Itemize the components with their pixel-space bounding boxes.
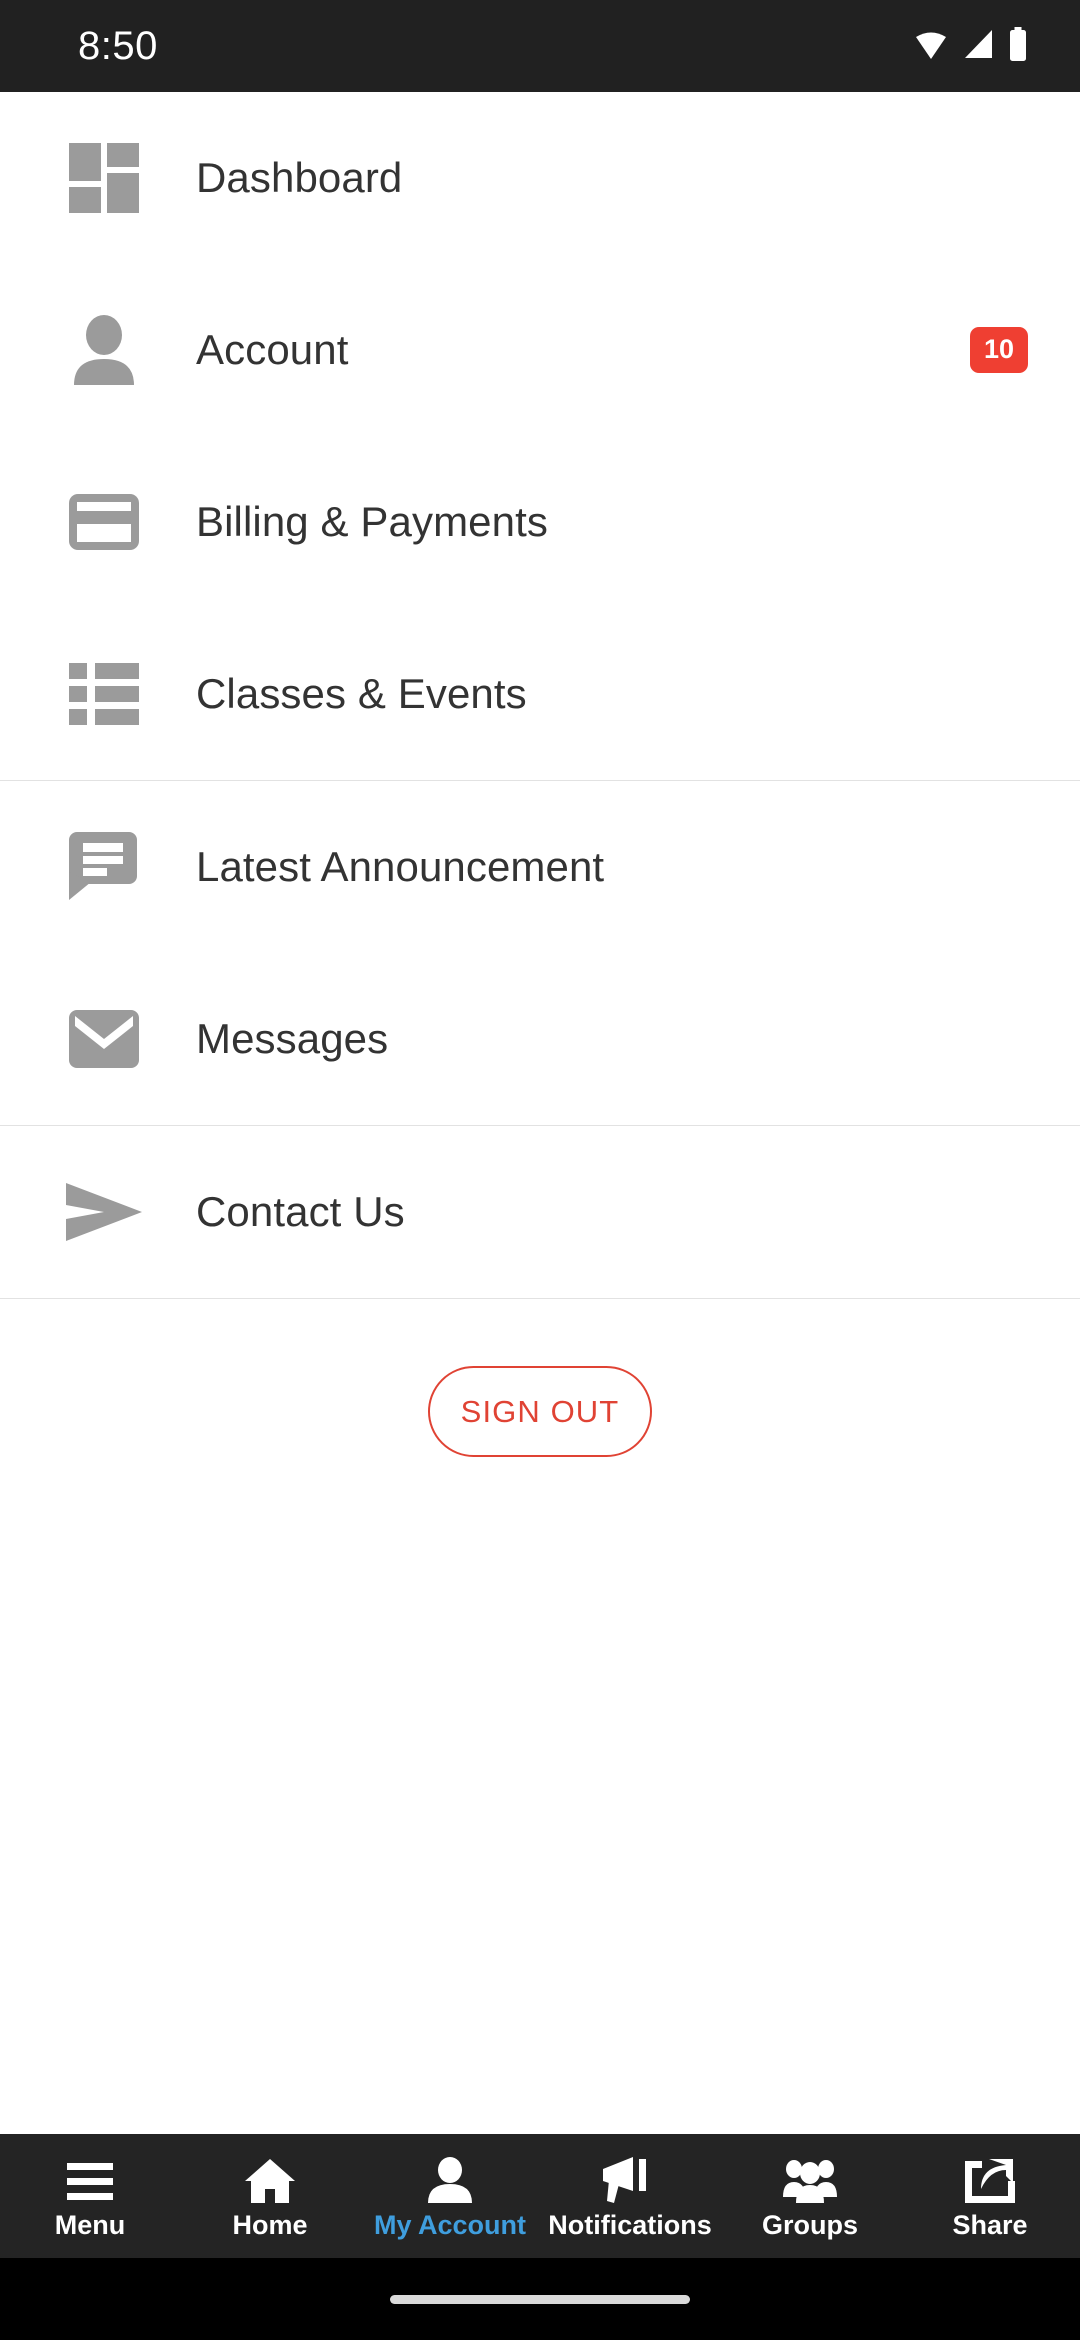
menu-item-account[interactable]: Account 10	[0, 264, 1080, 436]
status-icon-group	[914, 26, 1028, 66]
nav-item-notifications[interactable]: Notifications	[540, 2134, 720, 2258]
envelope-icon	[56, 991, 152, 1087]
speech-bubble-icon	[56, 819, 152, 915]
menu-item-label: Account	[196, 326, 349, 373]
menu-item-classes-events[interactable]: Classes & Events	[0, 608, 1080, 780]
menu-item-label: Messages	[196, 1015, 389, 1062]
menu-list: Dashboard Account 10 Billing & Payments …	[0, 92, 1080, 1457]
nav-item-label: Groups	[761, 2210, 858, 2240]
menu-item-label: Classes & Events	[196, 670, 527, 717]
person-icon	[56, 302, 152, 398]
nav-item-share[interactable]: Share	[900, 2134, 1080, 2258]
wifi-icon	[914, 29, 948, 64]
gesture-pill[interactable]	[390, 2294, 690, 2304]
hamburger-icon	[67, 2153, 113, 2203]
nav-item-my-account[interactable]: My Account	[360, 2134, 540, 2258]
house-icon	[245, 2153, 295, 2203]
menu-group-communication: Latest Announcement Messages	[0, 781, 1080, 1125]
nav-item-groups[interactable]: Groups	[720, 2134, 900, 2258]
nav-item-label: My Account	[373, 2210, 526, 2240]
dashboard-grid-icon	[56, 130, 152, 226]
status-badge: 10	[969, 327, 1028, 373]
status-bar: 8:50	[0, 0, 1080, 92]
person-icon	[427, 2153, 473, 2203]
nav-item-label: Menu	[54, 2210, 126, 2240]
status-time: 8:50	[78, 24, 158, 68]
megaphone-icon	[603, 2153, 657, 2203]
menu-item-label: Contact Us	[196, 1188, 405, 1235]
menu-item-label: Billing & Payments	[196, 498, 548, 545]
system-gesture-bar	[0, 2258, 1080, 2340]
battery-icon	[1008, 26, 1028, 66]
nav-item-menu[interactable]: Menu	[0, 2134, 180, 2258]
nav-item-home[interactable]: Home	[180, 2134, 360, 2258]
app-screen: 8:50 Dashboard Account 10 Billing & Paym…	[0, 0, 1080, 2340]
nav-item-label: Share	[952, 2210, 1028, 2240]
menu-group-primary: Dashboard Account 10 Billing & Payments …	[0, 92, 1080, 780]
nav-item-label: Home	[232, 2210, 308, 2240]
bottom-navigation-bar: Menu Home My Account Notifications Group…	[0, 2134, 1080, 2258]
share-box-arrow-icon	[965, 2153, 1015, 2203]
people-group-icon	[781, 2153, 839, 2203]
sign-out-button[interactable]: SIGN OUT	[428, 1366, 652, 1457]
menu-item-messages[interactable]: Messages	[0, 953, 1080, 1125]
credit-card-icon	[56, 474, 152, 570]
nav-item-label: Notifications	[548, 2210, 712, 2240]
menu-item-label: Latest Announcement	[196, 843, 605, 890]
send-arrow-icon	[56, 1164, 152, 1260]
menu-item-billing-payments[interactable]: Billing & Payments	[0, 436, 1080, 608]
signout-container: SIGN OUT	[0, 1299, 1080, 1457]
menu-item-latest-announcement[interactable]: Latest Announcement	[0, 781, 1080, 953]
list-icon	[56, 646, 152, 742]
menu-item-contact-us[interactable]: Contact Us	[0, 1126, 1080, 1298]
menu-group-support: Contact Us	[0, 1126, 1080, 1298]
menu-item-dashboard[interactable]: Dashboard	[0, 92, 1080, 264]
menu-item-label: Dashboard	[196, 154, 403, 201]
cell-signal-icon	[961, 29, 995, 64]
